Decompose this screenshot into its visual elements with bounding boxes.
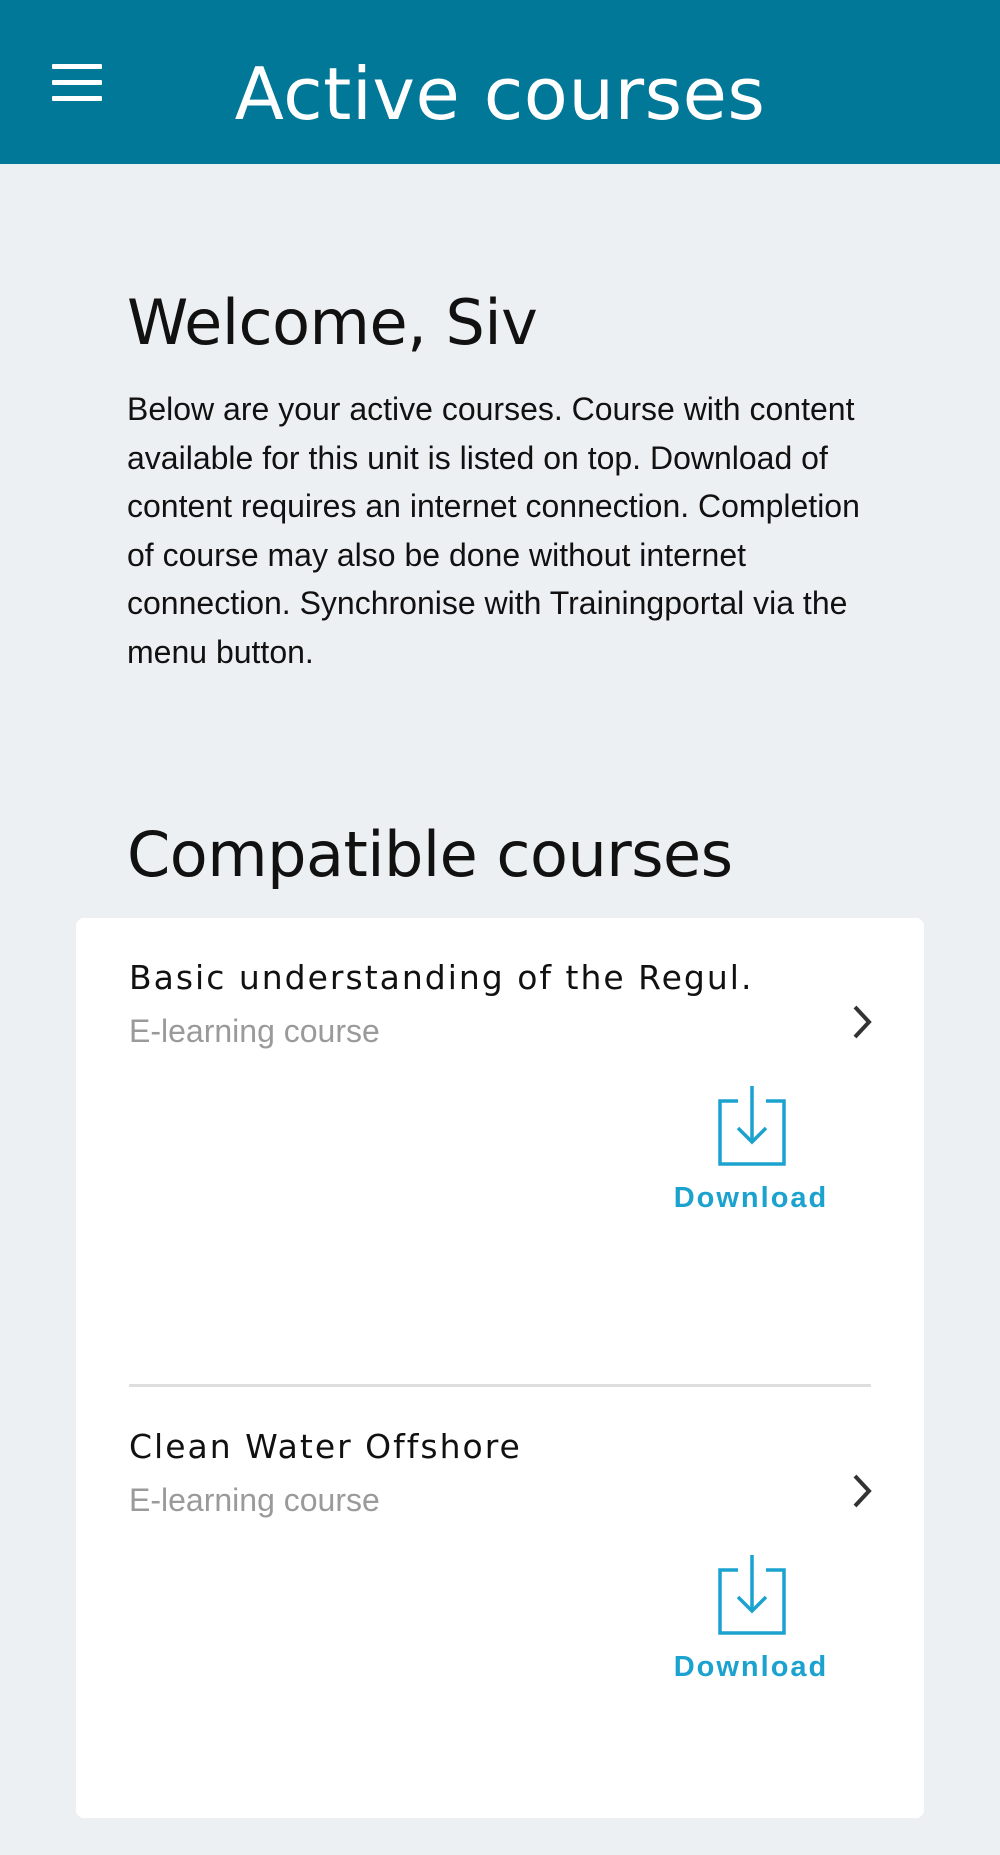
- course-type: E-learning course: [129, 1482, 380, 1518]
- download-icon: [718, 1555, 786, 1635]
- download-icon: [718, 1086, 786, 1166]
- chevron-right-icon[interactable]: [842, 1471, 882, 1511]
- welcome-text: Below are your active courses. Course wi…: [127, 391, 860, 670]
- course-title: Clean Water Offshore: [129, 1427, 522, 1466]
- welcome-heading: Welcome, Siv: [127, 286, 538, 359]
- course-item[interactable]: Basic understanding of the Regul... E-le…: [76, 918, 924, 1387]
- courses-list: Basic understanding of the Regul... E-le…: [76, 918, 924, 1818]
- section-heading: Compatible courses: [127, 818, 733, 891]
- course-type: E-learning course: [129, 1013, 380, 1049]
- app-header: Active courses: [0, 0, 1000, 164]
- download-label: Download: [673, 1182, 829, 1214]
- download-label: Download: [673, 1651, 829, 1683]
- chevron-right-icon[interactable]: [842, 1002, 882, 1042]
- course-title: Basic understanding of the Regul...: [129, 958, 749, 997]
- download-button[interactable]: Download: [661, 1555, 841, 1685]
- course-item[interactable]: Clean Water Offshore E-learning course D…: [76, 1387, 924, 1855]
- page-title: Active courses: [234, 52, 766, 136]
- download-button[interactable]: Download: [661, 1086, 841, 1216]
